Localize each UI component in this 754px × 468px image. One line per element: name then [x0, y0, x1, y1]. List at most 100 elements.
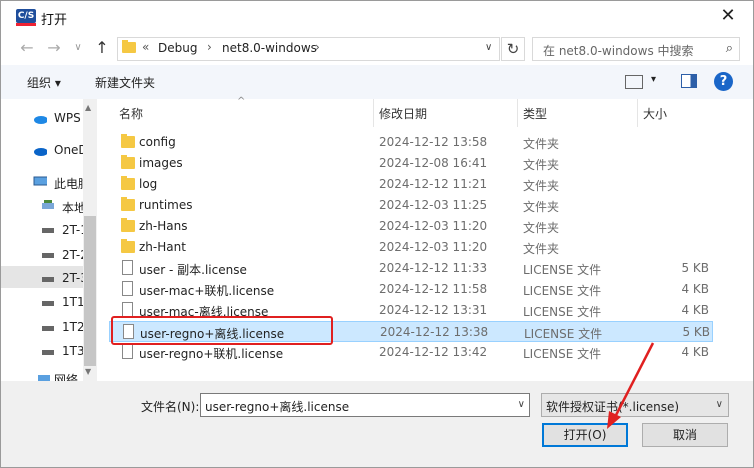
folder-icon: [122, 40, 136, 53]
file-size: 4 KB: [681, 282, 709, 296]
column-divider[interactable]: [517, 99, 518, 127]
view-dropdown-chevron-icon[interactable]: ▾: [651, 74, 656, 85]
file-date: 2024-12-03 11:25: [379, 198, 488, 212]
file-date: 2024-12-12 13:31: [379, 303, 488, 317]
folder-icon: [121, 176, 135, 190]
help-icon[interactable]: ?: [714, 72, 733, 91]
file-row-images[interactable]: images 2024-12-08 16:41 文件夹: [109, 153, 713, 174]
address-dropdown-chevron-icon[interactable]: ∨: [485, 42, 492, 53]
column-divider[interactable]: [637, 99, 638, 127]
breadcrumb-net8-windows[interactable]: net8.0-windows: [222, 41, 317, 55]
command-bar: 组织 ▾ 新建文件夹 ▾ ?: [1, 65, 753, 99]
nav-item-drive-2t-1[interactable]: 2T-1: [62, 223, 83, 237]
search-icon: ⌕: [725, 41, 733, 56]
drive-icon: [42, 326, 54, 331]
file-type: LICENSE 文件: [524, 327, 603, 341]
drive-icon: [42, 200, 54, 209]
preview-pane-icon[interactable]: [681, 74, 697, 88]
filename-value: user-regno+离线.license: [205, 400, 350, 414]
file-date: 2024-12-03 11:20: [379, 240, 488, 254]
nav-item-drive-1t1[interactable]: 1T1: [62, 295, 83, 309]
search-input[interactable]: 在 net8.0-windows 中搜索 ⌕: [532, 37, 740, 61]
recent-locations-chevron-icon[interactable]: ∨: [69, 39, 87, 57]
file-type: 文件夹: [523, 137, 560, 151]
forward-arrow-icon[interactable]: →: [45, 39, 63, 57]
back-arrow-icon[interactable]: ←: [18, 39, 36, 57]
nav-item-drive-2t-2[interactable]: 2T-2: [62, 248, 83, 262]
file-row-user-mac-online-license[interactable]: user-mac+联机.license 2024-12-12 11:58 LIC…: [109, 279, 713, 300]
file-name: config: [139, 135, 176, 149]
close-icon[interactable]: ✕: [717, 5, 739, 27]
overflow-chevron-icon[interactable]: «: [142, 40, 149, 54]
file-name: images: [139, 156, 183, 170]
file-date: 2024-12-12 13:58: [379, 135, 488, 149]
file-name: zh-Hans: [139, 219, 188, 233]
file-date: 2024-12-12 11:58: [379, 282, 488, 296]
file-date: 2024-12-03 11:20: [379, 219, 488, 233]
folder-icon: [121, 218, 135, 232]
breadcrumb-separator-icon[interactable]: ›: [207, 40, 212, 54]
file-type: LICENSE 文件: [523, 284, 602, 298]
column-header-size[interactable]: 大小: [643, 105, 667, 133]
column-header-type[interactable]: 类型: [523, 105, 547, 133]
file-icon: [122, 281, 133, 296]
file-date: 2024-12-12 11:33: [379, 261, 488, 275]
file-type: 文件夹: [523, 221, 560, 235]
refresh-icon[interactable]: ↻: [501, 37, 525, 61]
column-divider[interactable]: [373, 99, 374, 127]
nav-item-this-pc[interactable]: 此电脑: [54, 175, 83, 192]
filetype-dropdown-chevron-icon[interactable]: ∨: [716, 399, 723, 410]
open-file-dialog: C/S 打开 ✕ ← → ∨ ↑ « Debug › net8.0-window…: [0, 0, 754, 468]
file-icon: [122, 344, 133, 359]
column-header-name[interactable]: 名称: [119, 105, 143, 133]
address-bar[interactable]: « Debug › net8.0-windows ›: [117, 37, 500, 61]
file-row-zh-hans[interactable]: zh-Hans 2024-12-03 11:20 文件夹: [109, 216, 713, 237]
file-row-zh-hant[interactable]: zh-Hant 2024-12-03 11:20 文件夹: [109, 237, 713, 258]
red-arrow-annotation: [607, 342, 655, 429]
up-folder-arrow-icon[interactable]: ↑: [93, 39, 111, 57]
file-row-log[interactable]: log 2024-12-12 11:21 文件夹: [109, 174, 713, 195]
scroll-up-arrow-icon[interactable]: ▲: [85, 103, 91, 112]
drive-icon: [42, 301, 54, 306]
file-icon: [122, 302, 133, 317]
drive-icon: [42, 277, 54, 282]
filename-input[interactable]: user-regno+离线.license ∨: [200, 393, 530, 417]
drive-icon: [42, 228, 54, 233]
file-name: log: [139, 177, 158, 191]
nav-item-network[interactable]: 网络: [54, 371, 83, 381]
search-placeholder: 在 net8.0-windows 中搜索: [543, 44, 694, 58]
breadcrumb-separator-icon[interactable]: ›: [315, 40, 320, 54]
breadcrumb-debug[interactable]: Debug: [158, 41, 197, 55]
file-row-runtimes[interactable]: runtimes 2024-12-03 11:25 文件夹: [109, 195, 713, 216]
file-date: 2024-12-12 13:38: [380, 325, 489, 339]
nav-item-onedrive[interactable]: OneDrive: [54, 143, 83, 157]
nav-item-drive-2t-3[interactable]: 2T-3: [62, 271, 83, 285]
file-type: LICENSE 文件: [523, 347, 602, 361]
title-bar: C/S 打开 ✕: [1, 1, 753, 33]
red-highlight-annotation: [111, 316, 333, 345]
view-options-icon[interactable]: [625, 75, 643, 89]
filename-label: 文件名(N):: [141, 400, 200, 414]
nav-item-drive-1t2[interactable]: 1T2: [62, 320, 83, 334]
folder-icon: [121, 239, 135, 253]
sort-ascending-icon: ^: [237, 96, 246, 107]
file-row-user-copy-license[interactable]: user - 副本.license 2024-12-12 11:33 LICEN…: [109, 258, 713, 279]
file-type: 文件夹: [523, 179, 560, 193]
nav-item-local-disk[interactable]: 本地磁盘: [62, 199, 83, 216]
file-row-config[interactable]: config 2024-12-12 13:58 文件夹: [109, 132, 713, 153]
file-date: 2024-12-12 11:21: [379, 177, 488, 191]
nav-item-drive-1t3[interactable]: 1T3: [62, 344, 83, 358]
nav-scrollbar-thumb[interactable]: [84, 216, 96, 366]
file-size: 5 KB: [682, 325, 710, 339]
filename-dropdown-chevron-icon[interactable]: ∨: [518, 399, 525, 410]
column-header-modified[interactable]: 修改日期: [379, 105, 427, 133]
file-icon: [122, 260, 133, 275]
organize-menu-button[interactable]: 组织 ▾: [27, 74, 61, 91]
new-folder-button[interactable]: 新建文件夹: [95, 74, 155, 91]
scroll-down-arrow-icon[interactable]: ▼: [85, 367, 91, 376]
folder-icon: [121, 134, 135, 148]
file-size: 5 KB: [681, 261, 709, 275]
file-type: 文件夹: [523, 200, 560, 214]
file-name: user - 副本.license: [139, 263, 247, 277]
cloud-icon: [34, 116, 47, 124]
